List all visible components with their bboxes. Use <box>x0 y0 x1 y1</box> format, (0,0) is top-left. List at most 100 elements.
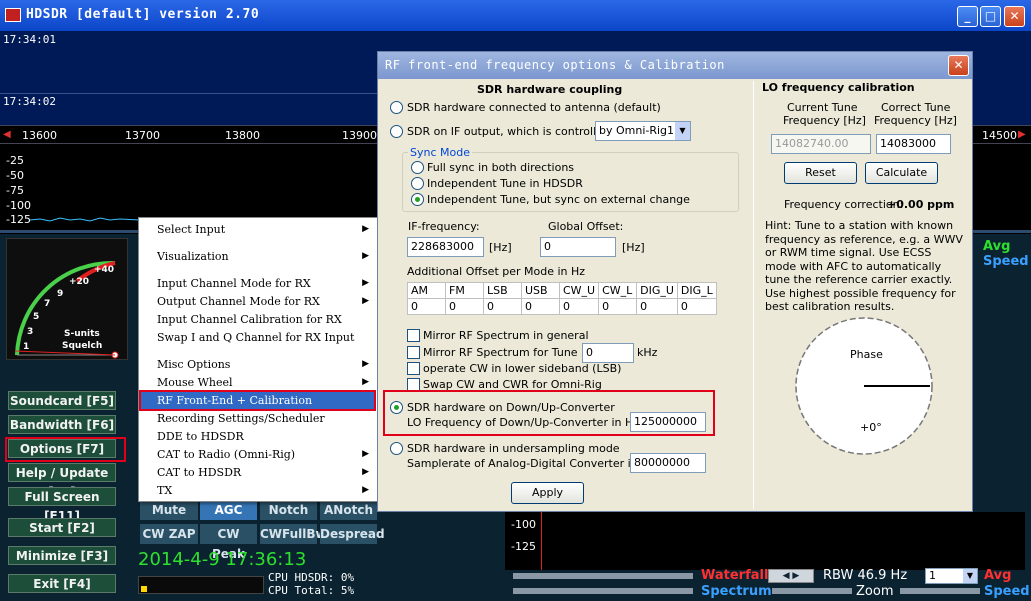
correct-tune-input[interactable]: 14083000 <box>876 134 951 154</box>
scale-right-arrow-icon[interactable]: ▶ <box>1018 129 1026 140</box>
menu-item-tx[interactable]: TX ▶ <box>141 482 375 499</box>
mode-header-fm: FM <box>445 282 484 299</box>
cw-peak-button[interactable]: CW Peak <box>200 524 257 561</box>
radio-if-output-label: SDR on IF output, which is controlled <box>407 125 610 138</box>
radio-antenna[interactable] <box>390 101 403 114</box>
mute-button[interactable]: Mute <box>140 500 198 520</box>
phase-dial-icon <box>795 317 933 455</box>
menu-item-recording-settings[interactable]: Recording Settings/Scheduler <box>141 410 375 427</box>
if-hz-label: [Hz] <box>489 241 512 254</box>
radio-sync-independent[interactable] <box>411 177 424 190</box>
menu-item-mouse-wheel[interactable]: Mouse Wheel ▶ <box>141 374 375 391</box>
mirror-tune-input[interactable]: 0 <box>582 343 634 363</box>
soundcard-button[interactable]: Soundcard [F5] <box>8 391 116 410</box>
chevron-down-icon: ▼ <box>963 569 977 583</box>
agc-slow-button[interactable]: AGC Slow <box>200 500 257 537</box>
avg-label: Avg <box>984 568 1012 583</box>
mirror-general-checkbox[interactable] <box>407 329 420 342</box>
rbw-stepper[interactable]: ◀ ▶ <box>768 569 814 583</box>
if-frequency-input[interactable]: 228683000 <box>407 237 484 257</box>
maximize-window-button[interactable]: □ <box>980 6 1001 27</box>
datetime-display: 2014-4-9 17:36:13 <box>138 549 307 570</box>
menu-item-cat-to-radio[interactable]: CAT to Radio (Omni-Rig) ▶ <box>141 446 375 463</box>
submenu-arrow-icon: ▶ <box>362 224 369 234</box>
menu-item-visualization[interactable]: Visualization ▶ <box>141 248 375 265</box>
submenu-arrow-icon: ▶ <box>362 359 369 369</box>
mode-offset-dig-l[interactable]: 0 <box>676 298 717 315</box>
mode-offset-table: AM FM LSB USB CW_U CW_L DIG_U DIG_L 0 0 … <box>407 282 717 315</box>
cw-zap-button[interactable]: CW ZAP <box>140 524 198 544</box>
waterfall-slider[interactable] <box>513 573 693 579</box>
radio-if-output[interactable] <box>390 125 403 138</box>
phase-degrees: +0° <box>860 421 882 434</box>
current-tune-label-1: Current Tune <box>787 101 858 114</box>
start-button[interactable]: Start [F2] <box>8 518 116 537</box>
avg-select[interactable]: 1 ▼ <box>925 568 978 584</box>
radio-sync-independent-ext[interactable] <box>411 193 424 206</box>
menu-item-input-channel-mode[interactable]: Input Channel Mode for RX ▶ <box>141 275 375 292</box>
menu-item-input-channel-calibration[interactable]: Input Channel Calibration for RX <box>141 311 375 328</box>
menu-item-output-channel-mode[interactable]: Output Channel Mode for RX ▶ <box>141 293 375 310</box>
anotch-button[interactable]: ANotch <box>320 500 377 520</box>
cw-lsb-checkbox[interactable] <box>407 362 420 375</box>
mode-offset-cw-l[interactable]: 0 <box>598 298 638 315</box>
submenu-arrow-icon: ▶ <box>362 296 369 306</box>
radio-sync-independent-label: Independent Tune in HDSDR <box>427 177 583 190</box>
speed-label-right: Speed <box>983 254 1029 269</box>
minimize-window-button[interactable]: _ <box>957 6 978 27</box>
menu-separator <box>143 349 373 350</box>
despread-button[interactable]: Despread <box>320 524 385 544</box>
zoom-label: Zoom <box>856 584 894 599</box>
menu-item-dde-to-hdsdr[interactable]: DDE to HDSDR <box>141 428 375 445</box>
radio-converter[interactable] <box>390 401 403 414</box>
mode-offset-am[interactable]: 0 <box>407 298 446 315</box>
notch-button[interactable]: Notch <box>260 500 317 520</box>
rf-menu-highlight <box>139 390 376 411</box>
chevron-down-icon: ▼ <box>675 122 690 140</box>
full-screen-button[interactable]: Full Screen [F11] <box>8 487 116 523</box>
calculate-button[interactable]: Calculate <box>865 162 938 184</box>
waterfall-label: Waterfall <box>701 568 769 583</box>
dialog-close-icon[interactable]: ✕ <box>948 55 969 76</box>
mode-offset-cw-u[interactable]: 0 <box>558 298 600 315</box>
submenu-arrow-icon: ▶ <box>362 278 369 288</box>
sync-mode-title: Sync Mode <box>408 146 472 159</box>
exit-button[interactable]: Exit [F4] <box>8 574 116 593</box>
menu-item-select-input[interactable]: Select Input ▶ <box>141 221 375 238</box>
menu-item-misc-options[interactable]: Misc Options ▶ <box>141 356 375 373</box>
lo-calibration-header: LO frequency calibration <box>762 81 915 94</box>
radio-sync-full[interactable] <box>411 161 424 174</box>
scale-left-arrow-icon[interactable]: ◀ <box>3 129 11 140</box>
mode-offset-fm[interactable]: 0 <box>445 298 484 315</box>
mirror-tune-checkbox[interactable] <box>407 346 420 359</box>
dialog-divider <box>753 81 754 509</box>
reset-button[interactable]: Reset <box>784 162 857 184</box>
global-offset-input[interactable]: 0 <box>540 237 616 257</box>
mini-spectrum: -100 -125 <box>505 512 1025 570</box>
mode-offset-lsb[interactable]: 0 <box>483 298 522 315</box>
apply-button[interactable]: Apply <box>511 482 584 504</box>
omnirig-select[interactable]: by Omni-Rig1 ▼ <box>595 121 691 141</box>
freq-label: 13800 <box>225 129 260 142</box>
cw-fullbw-button[interactable]: CWFullBw <box>260 524 327 544</box>
bandwidth-button[interactable]: Bandwidth [F6] <box>8 415 116 434</box>
speed-slider[interactable] <box>900 588 980 594</box>
avg-label-right: Avg <box>983 239 1011 254</box>
s-meter-label: 9 <box>57 289 64 299</box>
samplerate-label: Samplerate of Analog-Digital Converter i… <box>407 457 659 470</box>
radio-undersampling[interactable] <box>390 442 403 455</box>
minimize-button[interactable]: Minimize [F3] <box>8 546 116 565</box>
mode-offset-dig-u[interactable]: 0 <box>636 298 678 315</box>
spectrum-slider[interactable] <box>513 588 693 594</box>
close-window-button[interactable]: ✕ <box>1004 6 1025 27</box>
menu-item-swap-iq[interactable]: Swap I and Q Channel for RX Input <box>141 329 375 346</box>
s-meter-label: 7 <box>44 299 51 309</box>
help-update-button[interactable]: Help / Update [F1] <box>8 463 116 499</box>
samplerate-input[interactable]: 80000000 <box>630 453 706 473</box>
lo-frequency-input[interactable]: 125000000 <box>630 412 706 432</box>
mode-offset-usb[interactable]: 0 <box>521 298 560 315</box>
menu-item-cat-to-hdsdr[interactable]: CAT to HDSDR ▶ <box>141 464 375 481</box>
zoom-slider[interactable] <box>772 588 852 594</box>
s-meter-label: +40 <box>94 265 115 275</box>
mirror-general-label: Mirror RF Spectrum in general <box>423 329 589 342</box>
